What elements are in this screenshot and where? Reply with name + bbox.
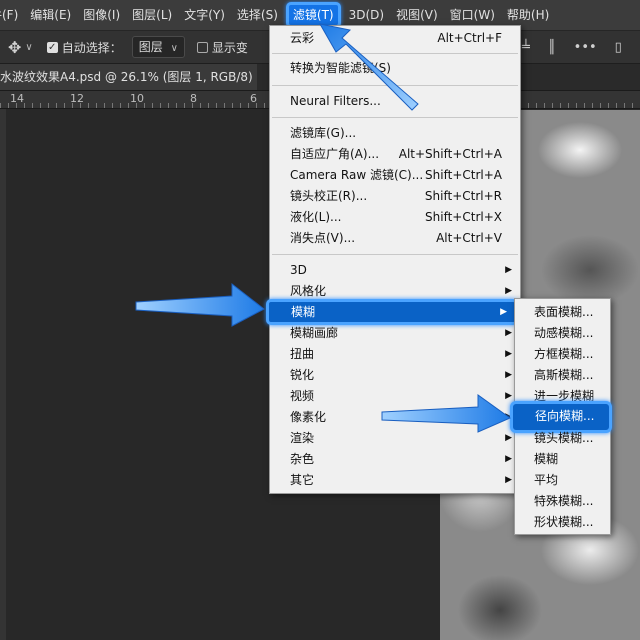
menu-item-other[interactable]: 其它 ▶ (270, 470, 520, 491)
menu-item-filter-gallery[interactable]: 滤镜库(G)... (270, 123, 520, 144)
align-icon[interactable]: ╧ (522, 40, 530, 55)
menu-item-distort[interactable]: 扭曲 ▶ (270, 344, 520, 365)
menu-edit[interactable]: 编辑(E) (24, 0, 77, 30)
submenu-arrow-icon: ▶ (505, 454, 512, 464)
show-transform-label: 显示变 (211, 40, 248, 55)
menu-item-vanishing-point[interactable]: 消失点(V)... Alt+Ctrl+V (270, 228, 520, 249)
layer-dropdown[interactable]: 图层 ∨ (131, 36, 185, 58)
align-icons: ╧ ║ ••• ▯ (522, 31, 622, 63)
menu-item-convert-smart-filter[interactable]: 转换为智能滤镜(S) (270, 58, 520, 79)
menu-item-3d[interactable]: 3D ▶ (270, 260, 520, 281)
submenu-item-blur[interactable]: 模糊 (515, 449, 610, 470)
checkbox-icon[interactable]: ✓ (46, 41, 58, 53)
menu-file[interactable]: 件(F) (0, 0, 24, 30)
layer-dropdown-value: 图层 (138, 40, 163, 54)
menu-item-noise[interactable]: 杂色 ▶ (270, 449, 520, 470)
menu-item-lens-correction[interactable]: 镜头校正(R)... Shift+Ctrl+R (270, 186, 520, 207)
menu-image[interactable]: 图像(I) (77, 0, 126, 30)
menu-item-blur[interactable]: 模糊 ▶ (266, 299, 518, 325)
show-transform-checkbox[interactable] (196, 41, 208, 53)
submenu-arrow-icon: ▶ (505, 349, 512, 359)
submenu-arrow-icon: ▶ (500, 307, 507, 317)
move-tool-icon[interactable]: ✥ (8, 38, 21, 57)
pointer-arrow-icon (135, 282, 265, 327)
submenu-arrow-icon: ▶ (505, 370, 512, 380)
submenu-item-surface-blur[interactable]: 表面模糊... (515, 302, 610, 323)
submenu-item-box-blur[interactable]: 方框模糊... (515, 344, 610, 365)
document-tab[interactable]: 水波纹效果A4.psd @ 26.1% (图层 1, RGB/8) (0, 64, 257, 90)
filter-menu: 云彩 Alt+Ctrl+F 转换为智能滤镜(S) Neural Filters.… (266, 25, 521, 494)
submenu-item-motion-blur[interactable]: 动感模糊... (515, 323, 610, 344)
menu-separator (272, 85, 518, 86)
distribute-icon[interactable]: ║ (548, 40, 556, 55)
submenu-arrow-icon: ▶ (505, 265, 512, 275)
menu-separator (272, 117, 518, 118)
menu-item-sharpen[interactable]: 锐化 ▶ (270, 365, 520, 386)
menu-separator (272, 53, 518, 54)
blur-submenu: 表面模糊... 动感模糊... 方框模糊... 高斯模糊... 进一步模糊 径向… (510, 298, 612, 535)
submenu-item-shape-blur[interactable]: 形状模糊... (515, 512, 610, 533)
menu-item-blur-gallery[interactable]: 模糊画廊 ▶ (270, 323, 520, 344)
align-right-icon[interactable]: ▯ (615, 40, 622, 55)
menu-item-video[interactable]: 视频 ▶ (270, 386, 520, 407)
menu-item-liquify[interactable]: 液化(L)... Shift+Ctrl+X (270, 207, 520, 228)
menu-item-clouds[interactable]: 云彩 Alt+Ctrl+F (270, 28, 520, 49)
submenu-arrow-icon: ▶ (505, 475, 512, 485)
more-options-icon[interactable]: ••• (574, 40, 597, 55)
submenu-item-smart-blur[interactable]: 特殊模糊... (515, 491, 610, 512)
menu-item-neural-filters[interactable]: Neural Filters... (270, 91, 520, 112)
menu-item-render[interactable]: 渲染 ▶ (270, 428, 520, 449)
menu-item-camera-raw[interactable]: Camera Raw 滤镜(C)... Shift+Ctrl+A (270, 165, 520, 186)
menu-type[interactable]: 文字(Y) (178, 0, 231, 30)
vertical-ruler (0, 109, 6, 640)
submenu-item-lens-blur[interactable]: 镜头模糊... (515, 428, 610, 449)
chevron-down-icon: ∨ (170, 43, 178, 54)
submenu-arrow-icon: ▶ (505, 328, 512, 338)
submenu-item-average[interactable]: 平均 (515, 470, 610, 491)
menu-layer[interactable]: 图层(L) (126, 0, 178, 30)
auto-select-label: 自动选择： (61, 40, 122, 55)
menu-separator (272, 254, 518, 255)
chevron-down-icon[interactable]: ∨ (25, 42, 32, 53)
menu-item-adaptive-wide-angle[interactable]: 自适应广角(A)... Alt+Shift+Ctrl+A (270, 144, 520, 165)
menu-item-pixelate[interactable]: 像素化 ▶ (270, 407, 520, 428)
submenu-item-gaussian-blur[interactable]: 高斯模糊... (515, 365, 610, 386)
